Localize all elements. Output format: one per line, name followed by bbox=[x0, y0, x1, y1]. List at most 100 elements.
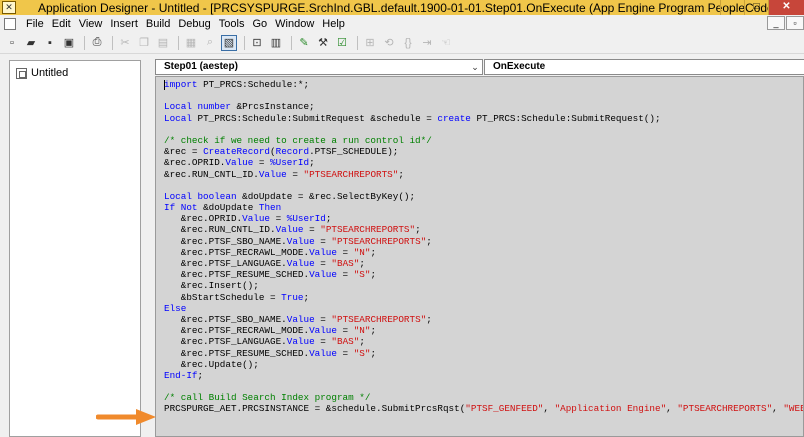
code-token: = bbox=[303, 224, 321, 236]
print-icon[interactable]: ⎙ bbox=[89, 35, 105, 51]
step-icon[interactable]: ⇥ bbox=[419, 35, 435, 51]
minimize-button[interactable]: _ bbox=[720, 0, 744, 15]
object-dropdown[interactable]: Step01 (aestep) ⌄ bbox=[155, 59, 483, 75]
toolbar-separator bbox=[357, 35, 358, 50]
code-token: &doUpdate = &rec.SelectByKey(); bbox=[236, 190, 416, 202]
object-dropdown-value: Step01 (aestep) bbox=[164, 61, 238, 72]
menu-debug[interactable]: Debug bbox=[178, 18, 210, 30]
code-token: , bbox=[666, 403, 678, 415]
code-keyword: Value bbox=[286, 336, 315, 348]
menu-build[interactable]: Build bbox=[146, 18, 170, 30]
menu-file[interactable]: File bbox=[26, 18, 44, 30]
menu-tools[interactable]: Tools bbox=[219, 18, 245, 30]
menu-help[interactable]: Help bbox=[322, 18, 345, 30]
code-keyword: True bbox=[281, 291, 304, 303]
document-restore-button[interactable]: ▫ bbox=[786, 16, 804, 30]
new-icon[interactable]: ▫ bbox=[4, 35, 20, 51]
code-line: Local number &PrcsInstance; bbox=[164, 101, 803, 113]
code-line: &rec.PTSF_RECRAWL_MODE.Value = "N"; bbox=[164, 325, 803, 337]
tree-item-label: Untitled bbox=[31, 67, 69, 79]
paste-icon[interactable]: ▤ bbox=[155, 35, 171, 51]
menu-view[interactable]: View bbox=[79, 18, 103, 30]
code-token: = bbox=[314, 336, 332, 348]
document-minimize-button[interactable]: _ bbox=[767, 16, 785, 30]
code-token: = bbox=[314, 235, 332, 247]
code-token: ; bbox=[359, 336, 365, 348]
code-token: PT_PRCS:Schedule:SubmitRequest(); bbox=[470, 112, 661, 124]
maximize-button[interactable]: □ bbox=[744, 0, 768, 15]
brackets-icon[interactable]: {} bbox=[400, 35, 416, 51]
code-token: = bbox=[314, 258, 332, 269]
code-token: ; bbox=[426, 235, 432, 247]
code-line: Else bbox=[164, 303, 803, 314]
menu-insert[interactable]: Insert bbox=[110, 18, 138, 30]
tree-item-untitled[interactable]: Untitled bbox=[16, 67, 68, 79]
chevron-down-icon[interactable]: ⌄ bbox=[469, 61, 481, 73]
code-line: &rec.PTSF_RESUME_SCHED.Value = "S"; bbox=[164, 269, 803, 281]
code-keyword: Record bbox=[275, 146, 310, 158]
code-keyword: Local number bbox=[164, 101, 231, 113]
code-string: "PTSF_GENFEED" bbox=[465, 403, 544, 415]
build-icon[interactable]: ⚒ bbox=[315, 35, 331, 51]
code-token: &rec.RUN_CNTL_ID. bbox=[164, 224, 276, 236]
code-token: &doUpdate bbox=[197, 202, 259, 214]
code-keyword: Value bbox=[286, 313, 315, 325]
annotation-arrow-icon bbox=[96, 409, 156, 425]
menu-edit[interactable]: Edit bbox=[52, 18, 71, 30]
find-icon[interactable]: ⌕ bbox=[202, 35, 218, 51]
code-token: ; bbox=[359, 258, 365, 269]
pane-splitter[interactable] bbox=[141, 56, 151, 437]
code-line: &rec.Update(); bbox=[164, 359, 803, 370]
event-dropdown[interactable]: OnExecute bbox=[484, 59, 804, 75]
close-button[interactable]: ✕ bbox=[768, 0, 804, 15]
code-keyword: Then bbox=[258, 202, 282, 214]
code-line: &rec.RUN_CNTL_ID.Value = "PTSEARCHREPORT… bbox=[164, 169, 803, 180]
toolbar-separator bbox=[84, 35, 85, 50]
menu-window[interactable]: Window bbox=[275, 18, 314, 30]
code-comment: /* call Build Search Index program */ bbox=[164, 392, 371, 404]
code-line: /* check if we need to create a run cont… bbox=[164, 135, 803, 146]
code-line: &rec.PTSF_RECRAWL_MODE.Value = "N"; bbox=[164, 246, 803, 258]
uncomment-icon[interactable]: ⟲ bbox=[381, 35, 397, 51]
project-icon bbox=[16, 67, 27, 79]
code-content: import PT_PRCS:Schedule:*; Local number &… bbox=[164, 79, 803, 415]
compare-icon[interactable]: ☑ bbox=[334, 35, 350, 51]
menu-go[interactable]: Go bbox=[252, 18, 267, 30]
lock-icon[interactable]: ⊡ bbox=[249, 35, 265, 51]
code-token: PT_PRCS:Schedule:SubmitRequest &schedule… bbox=[191, 112, 438, 124]
code-token: = bbox=[336, 325, 354, 337]
code-token: ; bbox=[370, 269, 377, 281]
code-token: &rec.PTSF_RECRAWL_MODE. bbox=[164, 246, 310, 258]
document-icon[interactable] bbox=[4, 17, 16, 30]
save-icon[interactable]: ▪ bbox=[42, 35, 58, 51]
code-keyword: %UserId bbox=[270, 157, 310, 169]
app-designer-icon[interactable]: ✕ bbox=[2, 1, 16, 14]
validate-icon[interactable]: ✎ bbox=[296, 35, 312, 51]
code-token: PRCSPURGE_AET.PRCSINSTANCE = &schedule.S… bbox=[164, 403, 466, 415]
code-token: &rec.OPRID. bbox=[164, 157, 226, 169]
copy-icon[interactable]: ❐ bbox=[136, 35, 152, 51]
project-workspace[interactable]: Untitled bbox=[9, 60, 141, 437]
code-line: If Not &doUpdate Then bbox=[164, 202, 803, 214]
save-all-icon[interactable]: ▣ bbox=[61, 35, 77, 51]
cut-icon[interactable]: ✂ bbox=[117, 35, 133, 51]
code-string: "N" bbox=[353, 325, 371, 337]
open-icon[interactable]: ▰ bbox=[23, 35, 39, 51]
code-token: ; bbox=[426, 313, 432, 325]
code-line: &rec.PTSF_RESUME_SCHED.Value = "S"; bbox=[164, 347, 803, 359]
code-line: &rec.PTSF_SBO_NAME.Value = "PTSEARCHREPO… bbox=[164, 235, 803, 247]
code-string: "S" bbox=[353, 347, 371, 359]
code-string: "BAS" bbox=[331, 336, 360, 348]
code-text-area[interactable]: import PT_PRCS:Schedule:*; Local number &… bbox=[155, 76, 804, 437]
toolbar: ▫ ▰ ▪ ▣ ⎙ ✂ ❐ ▤ ▦ ⌕ ▧ ⊡ ▥ ✎ ⚒ ☑ ⊞ ⟲ {} ⇥… bbox=[0, 32, 804, 54]
code-line: &rec.PTSF_SBO_NAME.Value = "PTSEARCHREPO… bbox=[164, 313, 803, 325]
definition-icon[interactable]: ▥ bbox=[268, 35, 284, 51]
hand-icon[interactable]: ☜ bbox=[438, 35, 454, 51]
code-line: &rec.PTSF_LANGUAGE.Value = "BAS"; bbox=[164, 336, 803, 348]
project-icon[interactable]: ▦ bbox=[183, 35, 199, 51]
properties-icon[interactable]: ▧ bbox=[221, 34, 237, 51]
comment-icon[interactable]: ⊞ bbox=[362, 35, 378, 51]
code-keyword: Value bbox=[309, 269, 337, 281]
code-keyword: Value bbox=[286, 235, 315, 247]
code-keyword: create bbox=[437, 112, 471, 124]
